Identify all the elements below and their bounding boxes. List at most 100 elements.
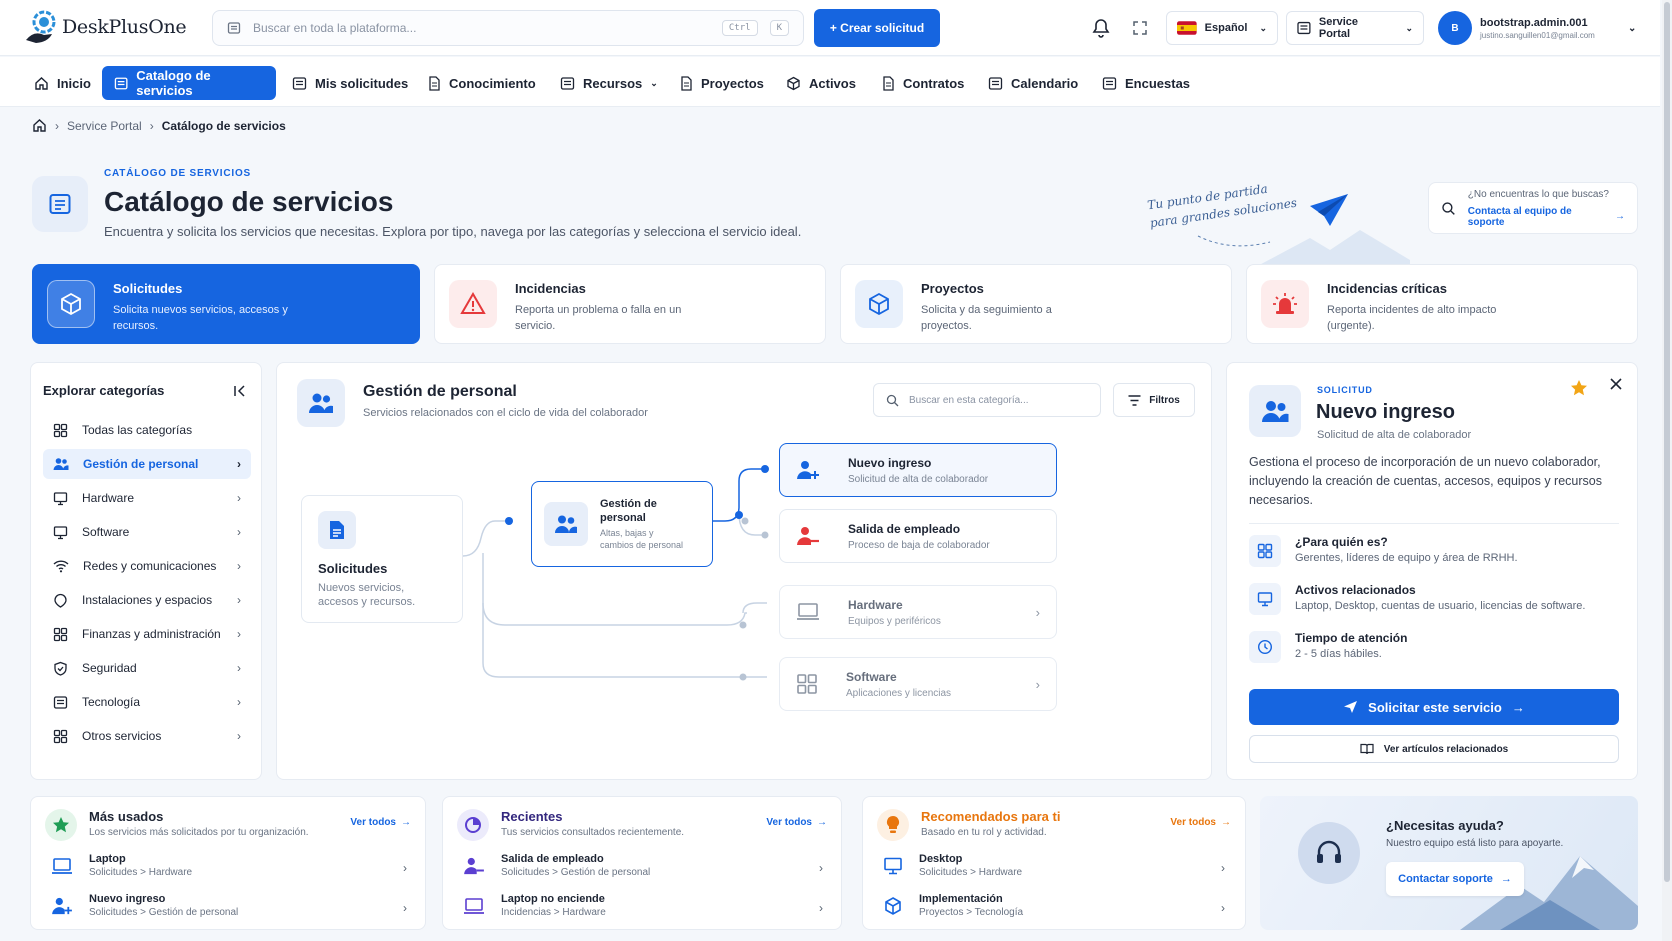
- category-instalaciones[interactable]: Instalaciones y espacios ›: [43, 585, 251, 615]
- item-path: Incidencias > Hardware: [501, 907, 606, 918]
- tree-node-gestion-personal[interactable]: Gestión de personal Altas, bajas y cambi…: [531, 481, 713, 567]
- type-title: Incidencias críticas: [1327, 281, 1447, 296]
- recommended-item-desktop[interactable]: Desktop Solicitudes > Hardware ›: [883, 853, 1225, 878]
- type-desc: Reporta un problema o falla en un servic…: [515, 304, 682, 332]
- category-label: Otros servicios: [82, 729, 162, 743]
- chevron-down-icon: ⌄: [1259, 22, 1267, 33]
- scrollbar-thumb[interactable]: [1664, 2, 1670, 882]
- portal-selector[interactable]: Service Portal ⌄: [1286, 11, 1424, 45]
- most-used-item-laptop[interactable]: Laptop Solicitudes > Hardware ›: [51, 853, 407, 878]
- most-used-subtitle: Los servicios más solicitados por tu org…: [89, 827, 309, 838]
- recommended-see-all[interactable]: Ver todos →: [1170, 817, 1231, 828]
- recent-item-laptop[interactable]: Laptop no enciende Incidencias > Hardware…: [463, 893, 823, 918]
- warning-icon: [449, 280, 497, 328]
- recommended-item-implementacion[interactable]: Implementación Proyectos > Tecnología ›: [883, 893, 1225, 918]
- detail-row-text: 2 - 5 días hábiles.: [1295, 648, 1382, 660]
- nav-recursos[interactable]: Recursos ⌄: [550, 66, 668, 100]
- type-card-incidencias-criticas[interactable]: Incidencias críticas Reporta incidentes …: [1246, 264, 1638, 344]
- type-desc: Reporta incidentes de alto impacto (urge…: [1327, 304, 1497, 332]
- tree-leaf-nuevo-ingreso[interactable]: Nuevo ingreso Solicitud de alta de colab…: [779, 443, 1057, 497]
- item-path: Solicitudes > Hardware: [89, 867, 193, 878]
- type-title: Proyectos: [921, 281, 984, 296]
- related-articles-button[interactable]: Ver artículos relacionados: [1249, 735, 1619, 763]
- avatar-initial: B: [1451, 22, 1459, 34]
- category-software[interactable]: Software ›: [43, 517, 251, 547]
- help-search-card[interactable]: ¿No encuentras lo que buscas? Contacta a…: [1428, 182, 1638, 234]
- star-icon[interactable]: [1570, 379, 1588, 397]
- nav-conocimiento[interactable]: Conocimiento: [418, 66, 546, 100]
- category-gestion-personal[interactable]: Gestión de personal ›: [43, 449, 251, 479]
- shortcut-ctrl: Ctrl: [721, 20, 758, 36]
- nav-proyectos[interactable]: Proyectos: [670, 66, 774, 100]
- top-bar: DeskPlusOne Buscar en toda la plataforma…: [0, 0, 1660, 56]
- bell-icon[interactable]: [1092, 18, 1110, 38]
- type-card-incidencias[interactable]: Incidencias Reporta un problema o falla …: [434, 264, 826, 344]
- siren-icon: [1261, 280, 1309, 328]
- most-used-item-nuevo-ingreso[interactable]: Nuevo ingreso Solicitudes > Gestión de pe…: [51, 893, 407, 918]
- nav-label: Activos: [809, 75, 856, 91]
- tree-leaf-hardware[interactable]: Hardware Equipos y periféricos ›: [779, 585, 1057, 639]
- nav-encuestas[interactable]: Encuestas: [1092, 66, 1200, 100]
- category-finanzas[interactable]: Finanzas y administración ›: [43, 619, 251, 649]
- category-seguridad[interactable]: Seguridad ›: [43, 653, 251, 683]
- list-icon: [560, 76, 575, 90]
- contact-support-label: Contactar soporte: [1398, 873, 1493, 885]
- main-nav: Inicio Catalogo de servicios Mis solicit…: [0, 57, 1660, 107]
- document-icon: [681, 75, 692, 91]
- user-menu[interactable]: B bootstrap.admin.001 justino.sanguillen…: [1438, 11, 1636, 45]
- breadcrumb-separator: ›: [55, 118, 59, 133]
- nav-label: Encuestas: [1125, 75, 1191, 91]
- nav-catalogo[interactable]: Catalogo de servicios: [102, 66, 276, 100]
- arrow-right-icon: →: [1615, 211, 1625, 222]
- recommended-title: Recomendados para ti: [921, 809, 1061, 824]
- shield-icon: [54, 661, 67, 676]
- fullscreen-icon[interactable]: [1133, 21, 1147, 35]
- logo-icon: [26, 10, 56, 43]
- detail-row-text: Laptop, Desktop, cuentas de usuario, lic…: [1295, 600, 1586, 612]
- chevron-down-icon: ⌄: [1628, 22, 1637, 34]
- nav-calendario[interactable]: Calendario: [978, 66, 1088, 100]
- spain-flag-icon: [1177, 21, 1197, 35]
- category-tecnologia[interactable]: Tecnología ›: [43, 687, 251, 717]
- chevron-right-icon: ›: [237, 729, 241, 743]
- nav-inicio[interactable]: Inicio: [24, 66, 101, 100]
- tree-root-solicitudes[interactable]: Solicitudes Nuevos servicios, accesos y …: [301, 495, 463, 623]
- wifi-icon: [53, 560, 69, 573]
- contact-support-button[interactable]: Contactar soporte →: [1386, 862, 1524, 896]
- request-service-button[interactable]: Solicitar este servicio →: [1249, 689, 1619, 725]
- category-hardware[interactable]: Hardware ›: [43, 483, 251, 513]
- category-label: Finanzas y administración: [82, 627, 221, 641]
- breadcrumb-service-portal[interactable]: Service Portal: [67, 119, 142, 133]
- apps-icon: [797, 674, 817, 694]
- collapse-icon[interactable]: [233, 384, 247, 398]
- item-path: Solicitudes > Gestión de personal: [501, 867, 651, 878]
- monitor-icon: [53, 491, 68, 505]
- tree-leaf-software[interactable]: Software Aplicaciones y licencias ›: [779, 657, 1057, 711]
- recent-see-all[interactable]: Ver todos →: [766, 817, 827, 828]
- type-card-proyectos[interactable]: Proyectos Solicita y da seguimiento a pr…: [840, 264, 1232, 344]
- recent-item-salida[interactable]: Salida de empleado Solicitudes > Gestión …: [463, 853, 823, 878]
- mid-desc-1: Altas, bajas y: [600, 528, 654, 538]
- laptop-icon: [464, 897, 484, 914]
- users-icon: [53, 458, 69, 470]
- most-used-see-all[interactable]: Ver todos →: [350, 817, 411, 828]
- home-icon[interactable]: [32, 118, 47, 133]
- nav-activos[interactable]: Activos: [776, 66, 866, 100]
- tree-leaf-salida-empleado[interactable]: Salida de empleado Proceso de baja de co…: [779, 509, 1057, 563]
- scrollbar[interactable]: [1662, 0, 1672, 941]
- help-link[interactable]: Contacta al equipo de soporte: [1468, 206, 1609, 228]
- create-request-button[interactable]: + Crear solicitud: [814, 9, 940, 47]
- close-icon[interactable]: [1609, 377, 1623, 391]
- global-search[interactable]: Buscar en toda la plataforma... Ctrl K: [212, 10, 804, 46]
- category-redes[interactable]: Redes y comunicaciones ›: [43, 551, 251, 581]
- nav-mis-solicitudes[interactable]: Mis solicitudes: [282, 66, 418, 100]
- logo[interactable]: DeskPlusOne: [22, 8, 187, 46]
- type-card-solicitudes[interactable]: Solicitudes Solicita nuevos servicios, a…: [32, 264, 420, 344]
- category-otros[interactable]: Otros servicios ›: [43, 721, 251, 751]
- categories-title: Explorar categorías: [43, 383, 165, 398]
- request-service-label: Solicitar este servicio: [1368, 699, 1502, 715]
- nav-contratos[interactable]: Contratos: [872, 66, 974, 100]
- category-todas[interactable]: Todas las categorías: [43, 415, 251, 445]
- language-selector[interactable]: Español ⌄: [1166, 11, 1278, 45]
- book-icon: [1360, 743, 1374, 755]
